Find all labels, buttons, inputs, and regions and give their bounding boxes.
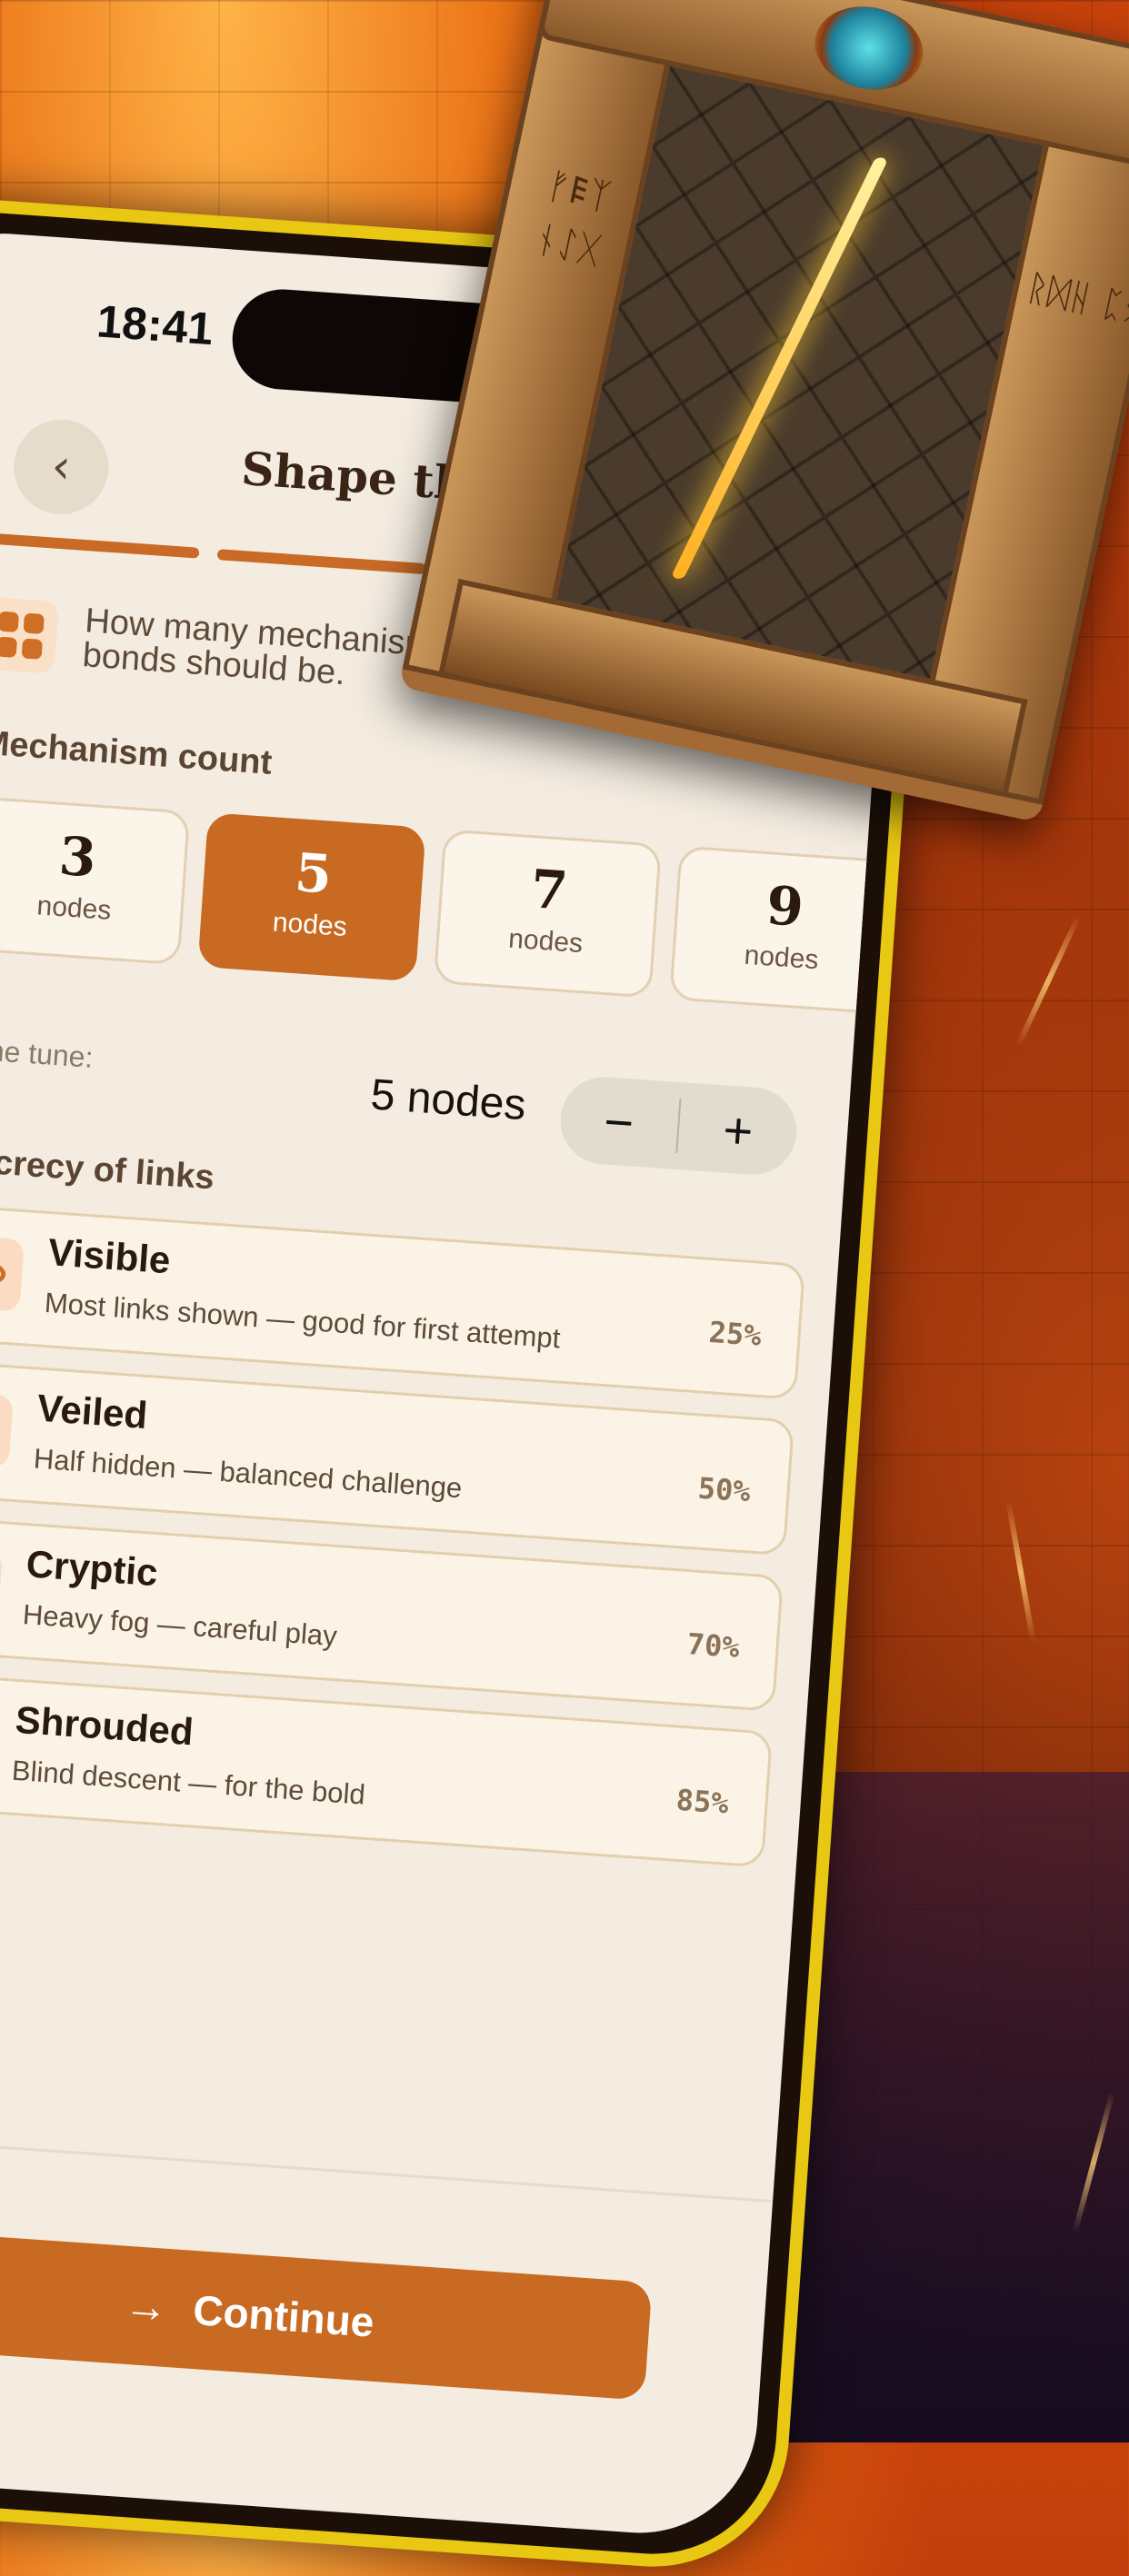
chevron-left-icon: ‹	[49, 439, 73, 495]
mechanism-count-label: Mechanism count	[0, 723, 274, 782]
option-description: Blind descent — for the bold	[10, 1754, 366, 1811]
count-option-3[interactable]: 3 nodes	[0, 795, 191, 966]
node-stepper: − +	[557, 1074, 800, 1178]
arrow-right-icon: →	[122, 2281, 170, 2332]
count-option-9[interactable]: 9 nodes	[669, 845, 898, 1015]
decrement-button[interactable]: −	[557, 1074, 680, 1169]
option-percent: 25%	[707, 1314, 763, 1353]
progress-segment	[216, 549, 426, 575]
count-option-7[interactable]: 7 nodes	[433, 829, 662, 999]
option-name: Veiled	[35, 1386, 149, 1437]
option-description: Most links shown — good for first attemp…	[43, 1286, 562, 1355]
secrecy-options: Visible Most links shown — good for firs…	[0, 1203, 806, 1887]
increment-button[interactable]: +	[677, 1082, 800, 1178]
option-description: Heavy fog — careful play	[21, 1598, 338, 1653]
option-name: Shrouded	[14, 1697, 195, 1754]
eye-icon	[0, 1234, 25, 1312]
option-percent: 70%	[685, 1626, 741, 1666]
status-time: 18:41	[95, 295, 215, 355]
option-name: Visible	[46, 1230, 173, 1282]
count-value: 7	[528, 858, 570, 922]
option-percent: 85%	[674, 1782, 730, 1821]
option-percent: 50%	[696, 1470, 752, 1509]
count-option-5[interactable]: 5 nodes	[197, 812, 426, 982]
continue-button[interactable]: → Continue	[0, 2226, 653, 2401]
count-value: 5	[293, 841, 335, 906]
back-button[interactable]: ‹	[10, 416, 112, 518]
option-name: Cryptic	[25, 1542, 160, 1595]
footer-divider	[0, 2129, 774, 2203]
hieroglyphs-left: ᚠ𐌄ᛉ ᚾᛇᚷ	[531, 164, 615, 273]
hieroglyphs-right: ᚱᛞᚺ ᛈᛟ	[1022, 266, 1129, 333]
eye-icon	[0, 1546, 3, 1625]
count-value: 3	[56, 824, 98, 890]
secrecy-option-visible[interactable]: Visible Most links shown — good for firs…	[0, 1203, 806, 1400]
count-value: 9	[764, 874, 806, 939]
progress-segment	[0, 532, 200, 559]
fine-tune-label: Fine tune:	[0, 1032, 95, 1074]
grid-icon	[0, 596, 59, 674]
fine-tune-value: 5 nodes	[369, 1070, 528, 1130]
eye-icon	[0, 1390, 14, 1468]
mechanism-count-selector: 3 nodes 5 nodes 7 nodes 9 nodes	[0, 795, 898, 1031]
secrecy-label: Secrecy of links	[0, 1140, 216, 1198]
option-description: Half hidden — balanced challenge	[32, 1442, 464, 1505]
continue-label: Continue	[191, 2286, 376, 2346]
